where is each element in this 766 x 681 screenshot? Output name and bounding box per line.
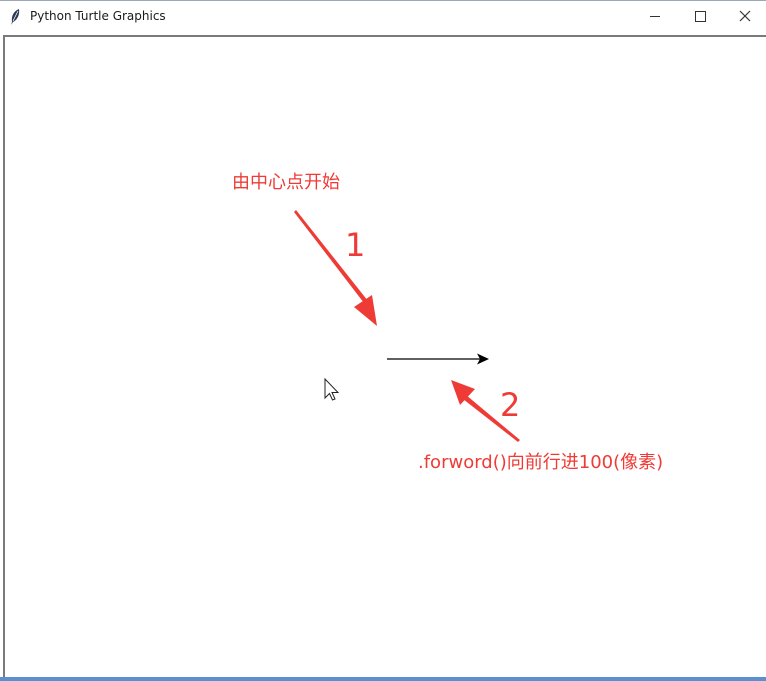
step-1-number: 1 — [345, 226, 366, 264]
step-2-number: 2 — [500, 386, 521, 424]
mouse-cursor-icon — [324, 377, 340, 401]
start-annotation-label: 由中心点开始 — [232, 172, 340, 193]
canvas-drawing — [294, 210, 520, 442]
turtle-window: Python Turtle Graphics 由中心点开始 1 2 .forwo… — [0, 0, 766, 681]
forward-annotation-label: .forword()向前行进100(像素) — [418, 452, 664, 473]
